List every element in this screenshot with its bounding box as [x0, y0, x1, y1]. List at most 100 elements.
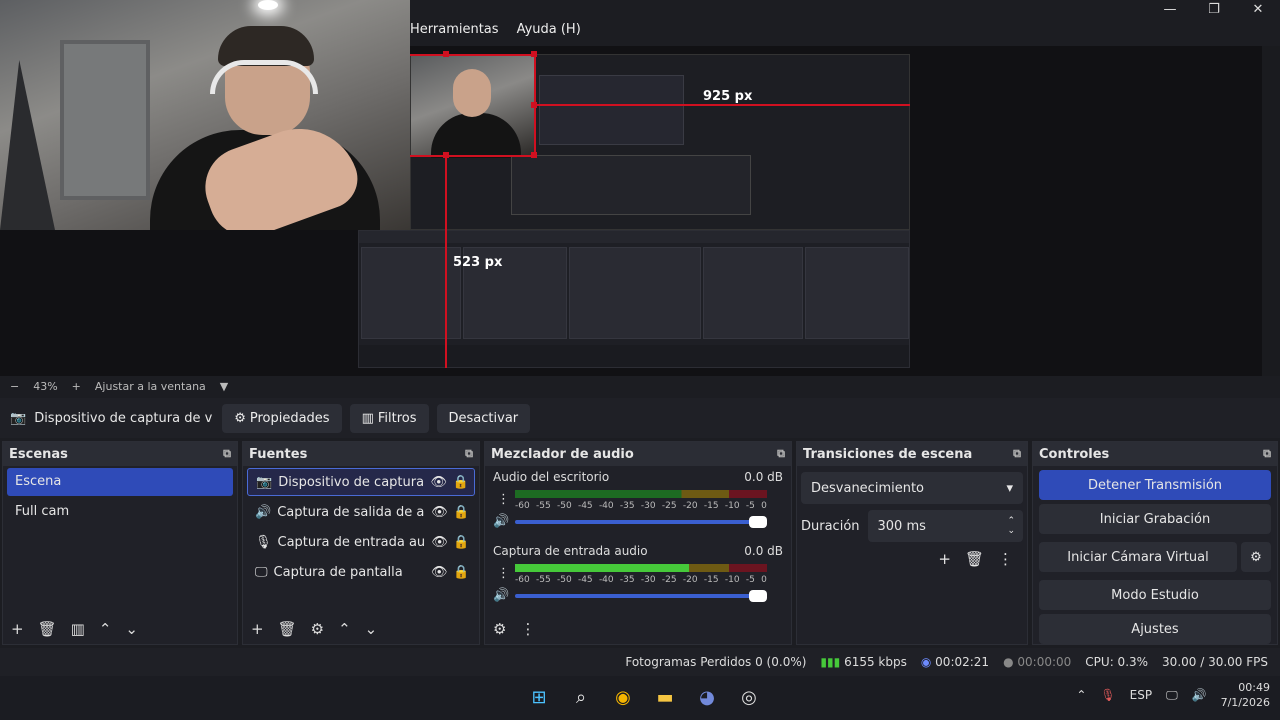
filters-label: Filtros [377, 410, 417, 426]
meter-tick-label: -30 [640, 501, 656, 511]
lock-icon[interactable]: 🔒 [453, 505, 475, 520]
spinner-icon[interactable]: ⌃ ⌄ [1007, 516, 1015, 536]
resize-handle[interactable] [531, 102, 537, 108]
source-toolbar: 📷 Dispositivo de captura de v ⚙ Propieda… [0, 398, 1280, 438]
language-indicator[interactable]: ESP [1130, 688, 1152, 702]
windows-start-icon[interactable]: ⊞ [524, 682, 554, 712]
zoom-in-button[interactable]: + [72, 380, 81, 393]
resize-handle[interactable] [443, 51, 449, 57]
properties-button[interactable]: ⚙ Propiedades [222, 403, 342, 433]
duration-value: 300 ms [877, 518, 926, 534]
trash-icon[interactable]: 🗑 [38, 620, 57, 638]
close-button[interactable]: ✕ [1236, 0, 1280, 20]
meter-ticks: -60 -55 -50 -45 -40 -35 -30 -25 -20 -15 -10 -5 0 [515, 575, 767, 585]
eye-icon[interactable]: 👁 [431, 505, 448, 520]
popout-icon[interactable]: ⧉ [465, 447, 473, 461]
clock-date: 7/1/2026 [1220, 696, 1270, 709]
resize-handle[interactable] [531, 152, 537, 158]
chevron-up-icon[interactable]: ⌃ [1076, 688, 1086, 702]
lock-icon[interactable]: 🔒 [453, 565, 475, 580]
meter-tick-label: -5 [745, 501, 755, 511]
chevron-down-icon[interactable]: ⌄ [365, 620, 378, 638]
eye-icon[interactable]: 👁 [431, 535, 448, 550]
volume-icon[interactable]: 🔊 [1192, 688, 1207, 702]
scene-item[interactable]: Escena [7, 468, 233, 496]
controls-title: Controles [1039, 446, 1110, 462]
meter-tick-label: -50 [556, 575, 572, 585]
source-item[interactable]: 🔊 Captura de salida de audio 👁 🔒 [247, 498, 475, 526]
obs-icon[interactable]: ◎ [734, 682, 764, 712]
duration-input[interactable]: 300 ms ⌃ ⌄ [867, 510, 1023, 542]
filters-button[interactable]: ▥ Filtros [349, 403, 429, 433]
nested-obs-docks [358, 230, 910, 368]
more-options-icon[interactable]: ⋮ [998, 550, 1013, 568]
speaker-icon[interactable]: 🔊 [493, 588, 509, 603]
chevron-down-icon[interactable]: ⌄ [125, 620, 138, 638]
trash-icon[interactable]: 🗑 [965, 550, 984, 568]
add-icon[interactable]: + [938, 550, 951, 568]
eye-icon[interactable]: 👁 [431, 565, 448, 580]
popout-icon[interactable]: ⧉ [223, 447, 231, 461]
chevron-up-icon[interactable]: ⌃ [338, 620, 351, 638]
measure-line-vertical [445, 156, 447, 368]
more-options-icon[interactable]: ⋮ [497, 566, 510, 581]
add-icon[interactable]: + [11, 620, 24, 638]
resize-handle[interactable] [443, 152, 449, 158]
more-options-icon[interactable]: ⋮ [520, 620, 535, 638]
network-icon[interactable]: 🖵 [1166, 688, 1178, 703]
trash-icon[interactable]: 🗑 [278, 620, 297, 638]
zoom-out-button[interactable]: − [10, 380, 19, 393]
popout-icon[interactable]: ⧉ [777, 447, 785, 461]
meter-tick-label: -25 [661, 575, 677, 585]
resize-handle[interactable] [531, 51, 537, 57]
stream-icon: ◉ [920, 655, 932, 669]
transition-select[interactable]: Desvanecimiento ▾ [801, 472, 1023, 504]
fit-to-window-label[interactable]: Ajustar a la ventana [95, 380, 206, 393]
source-item[interactable]: 📷 Dispositivo de captura de v 👁 🔒 [247, 468, 475, 496]
menu-help[interactable]: Ayuda (H) [517, 22, 581, 46]
zoom-dropdown-icon[interactable]: ▼ [220, 380, 228, 393]
scene-item[interactable]: Full cam [7, 498, 233, 526]
transitions-dock: Transiciones de escena ⧉ Desvanecimiento … [796, 441, 1028, 645]
popout-icon[interactable]: ⧉ [1263, 447, 1271, 461]
source-item[interactable]: 🖵 Captura de pantalla 👁 🔒 [247, 558, 475, 586]
lock-icon[interactable]: 🔒 [453, 475, 474, 490]
stop-stream-button[interactable]: Detener Transmisión [1039, 470, 1271, 500]
gear-icon[interactable]: ⚙ [1241, 542, 1271, 572]
popout-icon[interactable]: ⧉ [1013, 447, 1021, 461]
menu-tools[interactable]: Herramientas [410, 22, 499, 46]
deactivate-button[interactable]: Desactivar [436, 403, 531, 433]
record-icon: ● [1003, 655, 1014, 669]
microphone-icon[interactable]: 🎙 [1100, 688, 1115, 702]
clock[interactable]: 00:49 7/1/2026 [1221, 680, 1270, 710]
file-explorer-icon[interactable]: ▬ [650, 682, 680, 712]
eye-icon[interactable]: 👁 [431, 475, 448, 490]
virtual-camera-button[interactable]: Iniciar Cámara Virtual [1039, 542, 1237, 572]
settings-button[interactable]: Ajustes [1039, 614, 1271, 644]
gear-icon[interactable]: ⚙ [311, 620, 324, 638]
speaker-icon[interactable]: 🔊 [493, 514, 509, 529]
volume-slider[interactable] [515, 590, 767, 602]
webcam-feed [0, 0, 410, 230]
chevron-up-icon[interactable]: ⌃ [99, 620, 112, 638]
source-item[interactable]: 🎙 Captura de entrada audio 👁 🔒 [247, 528, 475, 556]
chrome-icon[interactable]: ◉ [608, 682, 638, 712]
preview-scrollbar[interactable] [1262, 46, 1280, 376]
filter-icon: ▥ [361, 410, 374, 426]
advanced-audio-icon[interactable]: ⚙ [493, 620, 506, 638]
duration-label: Duración [801, 518, 860, 534]
add-icon[interactable]: + [251, 620, 264, 638]
more-options-icon[interactable]: ⋮ [497, 492, 510, 507]
filter-icon[interactable]: ▥ [71, 620, 85, 638]
volume-slider[interactable] [515, 516, 767, 528]
discord-icon[interactable]: ◕ [692, 682, 722, 712]
search-icon[interactable]: ⌕ [566, 682, 596, 712]
lock-icon[interactable]: 🔒 [453, 535, 475, 550]
meter-tick-label: -45 [577, 501, 593, 511]
microphone-icon: 🎙 [255, 534, 272, 550]
studio-mode-button[interactable]: Modo Estudio [1039, 580, 1271, 610]
start-recording-button[interactable]: Iniciar Grabación [1039, 504, 1271, 534]
minimize-button[interactable]: — [1148, 0, 1192, 20]
maximize-button[interactable]: ❐ [1192, 0, 1236, 20]
meter-tick-label: -20 [682, 501, 698, 511]
